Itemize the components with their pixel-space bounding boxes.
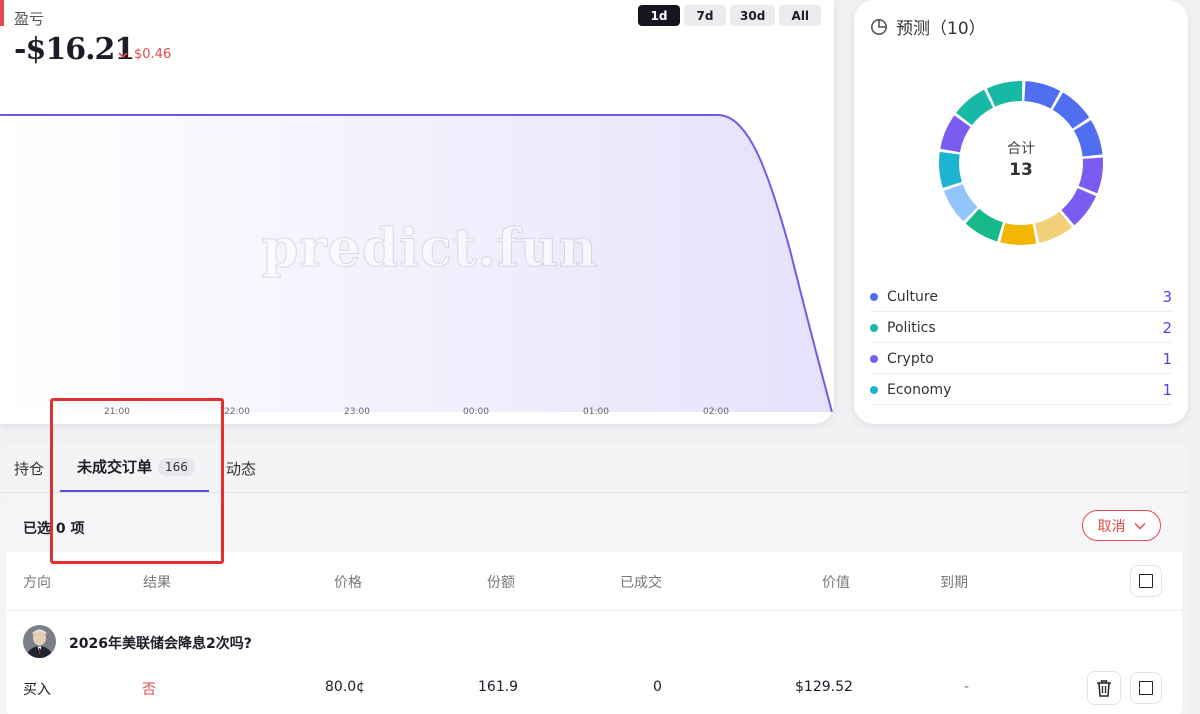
legend-item-politics[interactable]: Politics 2 — [870, 313, 1172, 343]
cell-direction: 买入 — [23, 682, 51, 698]
header-value: 价值 — [822, 575, 850, 591]
x-tick-label: 01:00 — [583, 407, 609, 417]
header-filled: 已成交 — [620, 575, 662, 591]
tab-open-orders[interactable]: 未成交订单 166 — [77, 456, 195, 477]
range-tab-30d[interactable]: 30d — [730, 5, 776, 26]
donut-total-value: 13 — [1009, 160, 1033, 180]
x-tick-label: 22:00 — [224, 407, 250, 417]
watermark-logo: predict.fun — [262, 218, 598, 280]
header-price: 价格 — [334, 575, 362, 591]
legend-item-economy[interactable]: Economy 1 — [870, 375, 1172, 405]
select-all-checkbox[interactable] — [1130, 565, 1162, 597]
header-expiry: 到期 — [940, 575, 968, 591]
predictions-legend: Culture 3 Politics 2 Crypto 1 Economy 1 — [870, 282, 1172, 406]
orders-panel: 已选 0 项 取消 方向 结果 价格 份额 已成交 价值 到期 2026年美联储… — [6, 502, 1182, 714]
pnl-card: predict.fun 盈亏 -$16.21 $0.46 1d 7d 30d A… — [0, 0, 834, 424]
chevron-down-icon — [118, 51, 128, 58]
tab-positions[interactable]: 持仓 — [14, 458, 44, 479]
market-avatar — [23, 625, 56, 658]
cell-price: 80.0¢ — [325, 679, 366, 695]
cell-outcome: 否 — [142, 682, 156, 698]
predictions-card: 预测（10） 合计 13 Culture 3 Politics 2 Crypto… — [854, 0, 1188, 424]
range-tab-1d[interactable]: 1d — [638, 5, 680, 26]
cell-expiry: - — [964, 679, 970, 695]
tab-open-orders-label: 未成交订单 — [77, 458, 153, 476]
pnl-label: 盈亏 — [14, 10, 45, 28]
cancel-button-label: 取消 — [1097, 518, 1126, 535]
legend-name: Crypto — [887, 350, 934, 367]
table-header-row: 方向 结果 价格 份额 已成交 价值 到期 — [6, 552, 1182, 611]
orders-tabs: 持仓 未成交订单 166 动态 — [0, 442, 1188, 493]
row-select-checkbox[interactable] — [1130, 672, 1162, 704]
orders-card: 持仓 未成交订单 166 动态 已选 0 项 取消 方向 结果 价格 份额 已成… — [0, 442, 1188, 714]
pnl-change: $0.46 — [118, 47, 171, 62]
legend-dot — [870, 385, 878, 394]
selection-count: 已选 0 项 — [23, 521, 85, 537]
legend-item-crypto[interactable]: Crypto 1 — [870, 344, 1172, 374]
legend-item-culture[interactable]: Culture 3 — [870, 282, 1172, 312]
tab-activity[interactable]: 动态 — [226, 458, 256, 479]
header-shares: 份额 — [487, 575, 515, 591]
donut-segment — [1052, 92, 1090, 129]
legend-count: 2 — [1162, 318, 1172, 337]
donut-segment — [943, 183, 978, 222]
cancel-orders-button[interactable]: 取消 — [1082, 510, 1161, 541]
legend-dot — [870, 354, 878, 363]
donut-total-label: 合计 — [1007, 141, 1035, 157]
cell-value: $129.52 — [795, 679, 853, 695]
donut-segment — [1061, 187, 1096, 226]
predictions-title: 预测（10） — [896, 19, 986, 39]
predictions-header: 预测（10） — [870, 14, 986, 39]
legend-dot — [870, 323, 878, 332]
active-tab-indicator — [60, 490, 209, 492]
legend-count: 3 — [1162, 287, 1172, 306]
trash-icon — [1097, 680, 1111, 697]
donut-segment — [986, 81, 1023, 107]
pnl-value: -$16.21 — [14, 32, 135, 67]
donut-segment — [965, 208, 1004, 242]
cell-shares: 161.9 — [478, 679, 519, 695]
header-outcome: 结果 — [143, 575, 171, 591]
x-tick-label: 21:00 — [104, 407, 130, 417]
delete-order-button[interactable] — [1087, 671, 1121, 705]
range-tab-7d[interactable]: 7d — [684, 5, 726, 26]
x-tick-label: 02:00 — [703, 407, 729, 417]
range-tab-all[interactable]: All — [779, 5, 822, 26]
chevron-down-icon — [1133, 522, 1146, 530]
legend-name: Economy — [887, 381, 952, 398]
header-direction: 方向 — [23, 575, 51, 591]
legend-name: Culture — [887, 288, 938, 305]
cell-filled: 0 — [653, 679, 662, 695]
pnl-change-value: $0.46 — [134, 47, 172, 62]
pie-chart-icon — [871, 18, 887, 35]
x-tick-label: 00:00 — [463, 407, 489, 417]
donut-segment — [1000, 222, 1037, 245]
legend-count: 1 — [1162, 380, 1172, 399]
selection-bar: 已选 0 项 取消 — [6, 502, 1182, 552]
donut-segment — [1034, 211, 1072, 243]
legend-count: 1 — [1162, 349, 1172, 368]
range-tabs: 1d 7d 30d All — [638, 5, 822, 26]
market-title[interactable]: 2026年美联储会降息2次吗? — [69, 633, 252, 653]
legend-name: Politics — [887, 319, 936, 336]
donut-segment — [956, 89, 994, 126]
donut-segment — [1023, 81, 1061, 109]
x-tick-label: 23:00 — [344, 407, 370, 417]
open-orders-count-badge: 166 — [158, 457, 195, 476]
legend-dot — [870, 292, 878, 301]
